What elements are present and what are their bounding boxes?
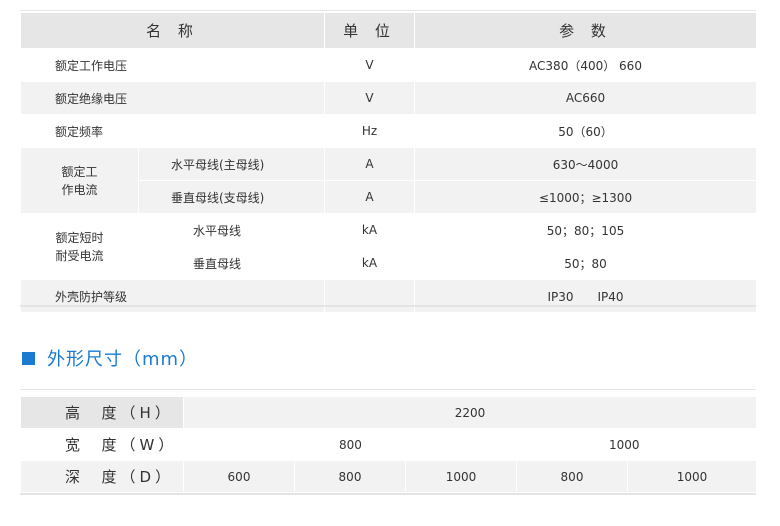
row-unit: A xyxy=(324,180,415,214)
top-rule xyxy=(20,10,756,11)
dimension-label: 高 度（H） xyxy=(20,396,184,429)
row-name: 额定绝缘电压 xyxy=(20,81,325,115)
table-row: 额定工 作电流 水平母线(主母线) A 630～4000 xyxy=(20,147,757,214)
header-param: 参 数 xyxy=(414,12,757,49)
row-param: 50；80 xyxy=(414,246,757,280)
dimension-value: 1000 xyxy=(626,460,758,493)
row-sub: 水平母线(主母线) xyxy=(138,147,325,181)
row-unit: kA xyxy=(324,213,415,247)
dimension-top-rule xyxy=(20,389,756,390)
dimension-row-width: 宽 度（W） 800 1000 xyxy=(20,428,758,461)
row-unit: Hz xyxy=(324,114,415,148)
row-unit: A xyxy=(324,147,415,181)
dimension-row-depth: 深 度（D） 600 800 1000 800 1000 xyxy=(20,460,758,493)
row-param: AC380（400） 660 xyxy=(414,48,757,82)
row-name: 额定工作电压 xyxy=(20,48,325,82)
row-param: AC660 xyxy=(414,81,757,115)
table-row: 额定短时 耐受电流 水平母线 kA 50；80；105 xyxy=(20,213,757,280)
table-row: 额定工作电压 V AC380（400） 660 xyxy=(20,48,757,82)
header-unit: 单 位 xyxy=(324,12,415,49)
row-sub: 垂直母线(支母线) xyxy=(138,180,325,214)
row-param: ≤1000；≥1300 xyxy=(414,180,757,214)
row-unit: V xyxy=(324,81,415,115)
spec-header-row: 名 称 单 位 参 数 xyxy=(20,12,757,49)
dimension-table: 高 度（H） 2200 宽 度（W） 800 1000 深 度（D） 600 8… xyxy=(20,396,758,493)
table-row: 外壳防护等级 IP30 IP40 xyxy=(20,279,757,313)
dimension-value: 800 xyxy=(516,460,628,493)
dimension-value: 800 xyxy=(183,428,517,461)
row-name: 额定频率 xyxy=(20,114,325,148)
row-param: 50；80；105 xyxy=(414,213,757,247)
group-label-line: 耐受电流 xyxy=(55,248,104,263)
row-unit xyxy=(324,279,415,313)
dimension-value: 600 xyxy=(183,460,295,493)
dimension-value: 800 xyxy=(294,460,406,493)
dimension-bottom-rule xyxy=(20,493,756,495)
group-label-line: 作电流 xyxy=(61,182,98,197)
dimension-value: 1000 xyxy=(515,428,758,461)
row-param: IP30 IP40 xyxy=(414,279,757,313)
row-unit: V xyxy=(324,48,415,82)
table-row: 额定绝缘电压 V AC660 xyxy=(20,81,757,115)
row-param: 630～4000 xyxy=(414,147,757,181)
header-name: 名 称 xyxy=(20,12,325,49)
table-row: 额定频率 Hz 50（60） xyxy=(20,114,757,148)
dimension-label: 宽 度（W） xyxy=(20,428,184,461)
row-sub: 垂直母线 xyxy=(138,246,325,280)
group-label-withstand: 额定短时 耐受电流 xyxy=(20,213,139,280)
dimension-row-height: 高 度（H） 2200 xyxy=(20,396,758,429)
section-title: 外形尺寸（mm） xyxy=(47,349,199,370)
dimension-label: 深 度（D） xyxy=(20,460,184,493)
row-param: 50（60） xyxy=(414,114,757,148)
row-name: 外壳防护等级 xyxy=(20,279,325,313)
row-unit: kA xyxy=(324,246,415,280)
spec-table: 名 称 单 位 参 数 额定工作电压 V AC380（400） 660 额定绝缘… xyxy=(20,12,757,313)
group-label-current: 额定工 作电流 xyxy=(20,147,139,214)
square-bullet-icon xyxy=(22,351,35,365)
row-sub: 水平母线 xyxy=(138,213,325,247)
group-label-line: 额定短时 xyxy=(55,230,104,245)
group-label-line: 额定工 xyxy=(61,164,98,179)
dimension-value: 1000 xyxy=(405,460,517,493)
section-heading: 外形尺寸（mm） xyxy=(22,345,198,371)
bottom-rule xyxy=(20,305,756,307)
dimension-value: 2200 xyxy=(182,396,758,429)
